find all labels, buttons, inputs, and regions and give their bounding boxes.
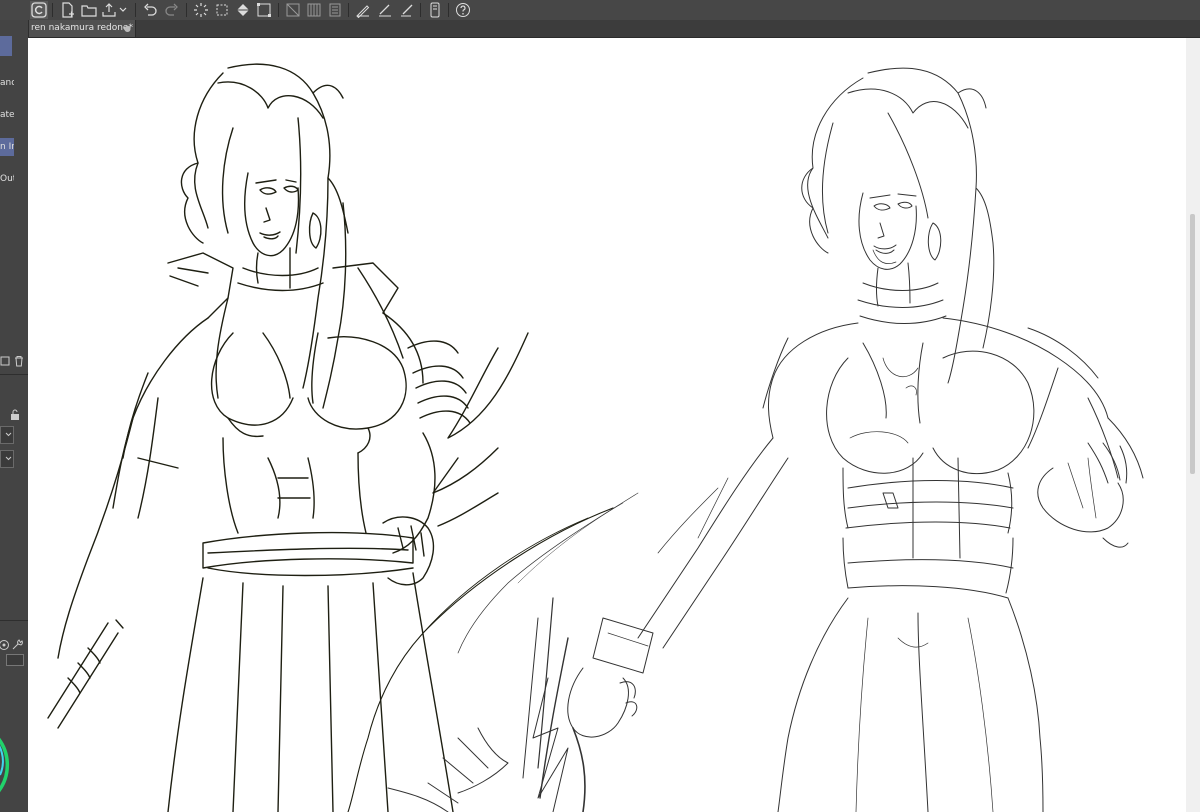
lock-icon[interactable] bbox=[9, 406, 21, 420]
wrench-icon[interactable] bbox=[11, 636, 23, 650]
expression-dropdown[interactable] bbox=[0, 450, 14, 468]
color-set-dropdown[interactable] bbox=[6, 654, 24, 666]
grid-icon[interactable] bbox=[284, 1, 302, 19]
export-icon[interactable] bbox=[100, 1, 118, 19]
blend-mode-dropdown[interactable] bbox=[0, 426, 14, 444]
drawing-canvas[interactable] bbox=[28, 38, 1186, 812]
new-layer-icon[interactable] bbox=[0, 352, 12, 366]
scrollbar-thumb[interactable] bbox=[1190, 214, 1195, 474]
tool-property-panel: and ate n In Out bbox=[0, 20, 29, 812]
document-tab[interactable]: ren nakamura redone* ● bbox=[28, 20, 136, 37]
close-tab-icon[interactable]: ● bbox=[124, 20, 131, 37]
fill-icon[interactable] bbox=[234, 1, 252, 19]
help-icon[interactable] bbox=[454, 1, 472, 19]
color-wheel[interactable] bbox=[0, 720, 24, 810]
select-icon[interactable] bbox=[255, 1, 273, 19]
panel-item-and[interactable]: and bbox=[0, 74, 14, 92]
stabilizer-icon[interactable] bbox=[376, 1, 394, 19]
open-file-icon[interactable] bbox=[80, 1, 98, 19]
loading-icon[interactable] bbox=[192, 1, 210, 19]
pen-correction-icon[interactable] bbox=[354, 1, 372, 19]
selected-tool-highlight bbox=[0, 36, 12, 56]
transform-icon[interactable] bbox=[213, 1, 231, 19]
command-bar bbox=[0, 0, 1200, 21]
smartphone-icon[interactable] bbox=[426, 1, 444, 19]
clip-studio-icon[interactable] bbox=[30, 1, 48, 19]
redo-icon[interactable] bbox=[163, 1, 181, 19]
document-tab-title: ren nakamura redone* bbox=[31, 23, 133, 33]
vector-pen-icon[interactable] bbox=[398, 1, 416, 19]
document-tab-bar: ren nakamura redone* ● bbox=[28, 20, 1200, 38]
layer-icon[interactable] bbox=[326, 1, 344, 19]
undo-icon[interactable] bbox=[141, 1, 159, 19]
new-canvas-icon[interactable] bbox=[58, 1, 76, 19]
settings-icon[interactable] bbox=[0, 636, 10, 650]
left-figure-lineart bbox=[47, 63, 614, 812]
panel-item-ate[interactable]: ate bbox=[0, 106, 14, 124]
chevron-down-icon[interactable] bbox=[117, 1, 129, 19]
ruler-icon[interactable] bbox=[305, 1, 323, 19]
panel-item-zoom-in[interactable]: n In bbox=[0, 138, 14, 156]
trash-icon[interactable] bbox=[13, 352, 25, 367]
artwork-sketch bbox=[47, 63, 1144, 812]
panel-item-zoom-out[interactable]: Out bbox=[0, 170, 14, 188]
vertical-scrollbar[interactable] bbox=[1186, 38, 1200, 812]
right-figure-sketch bbox=[387, 67, 1144, 812]
